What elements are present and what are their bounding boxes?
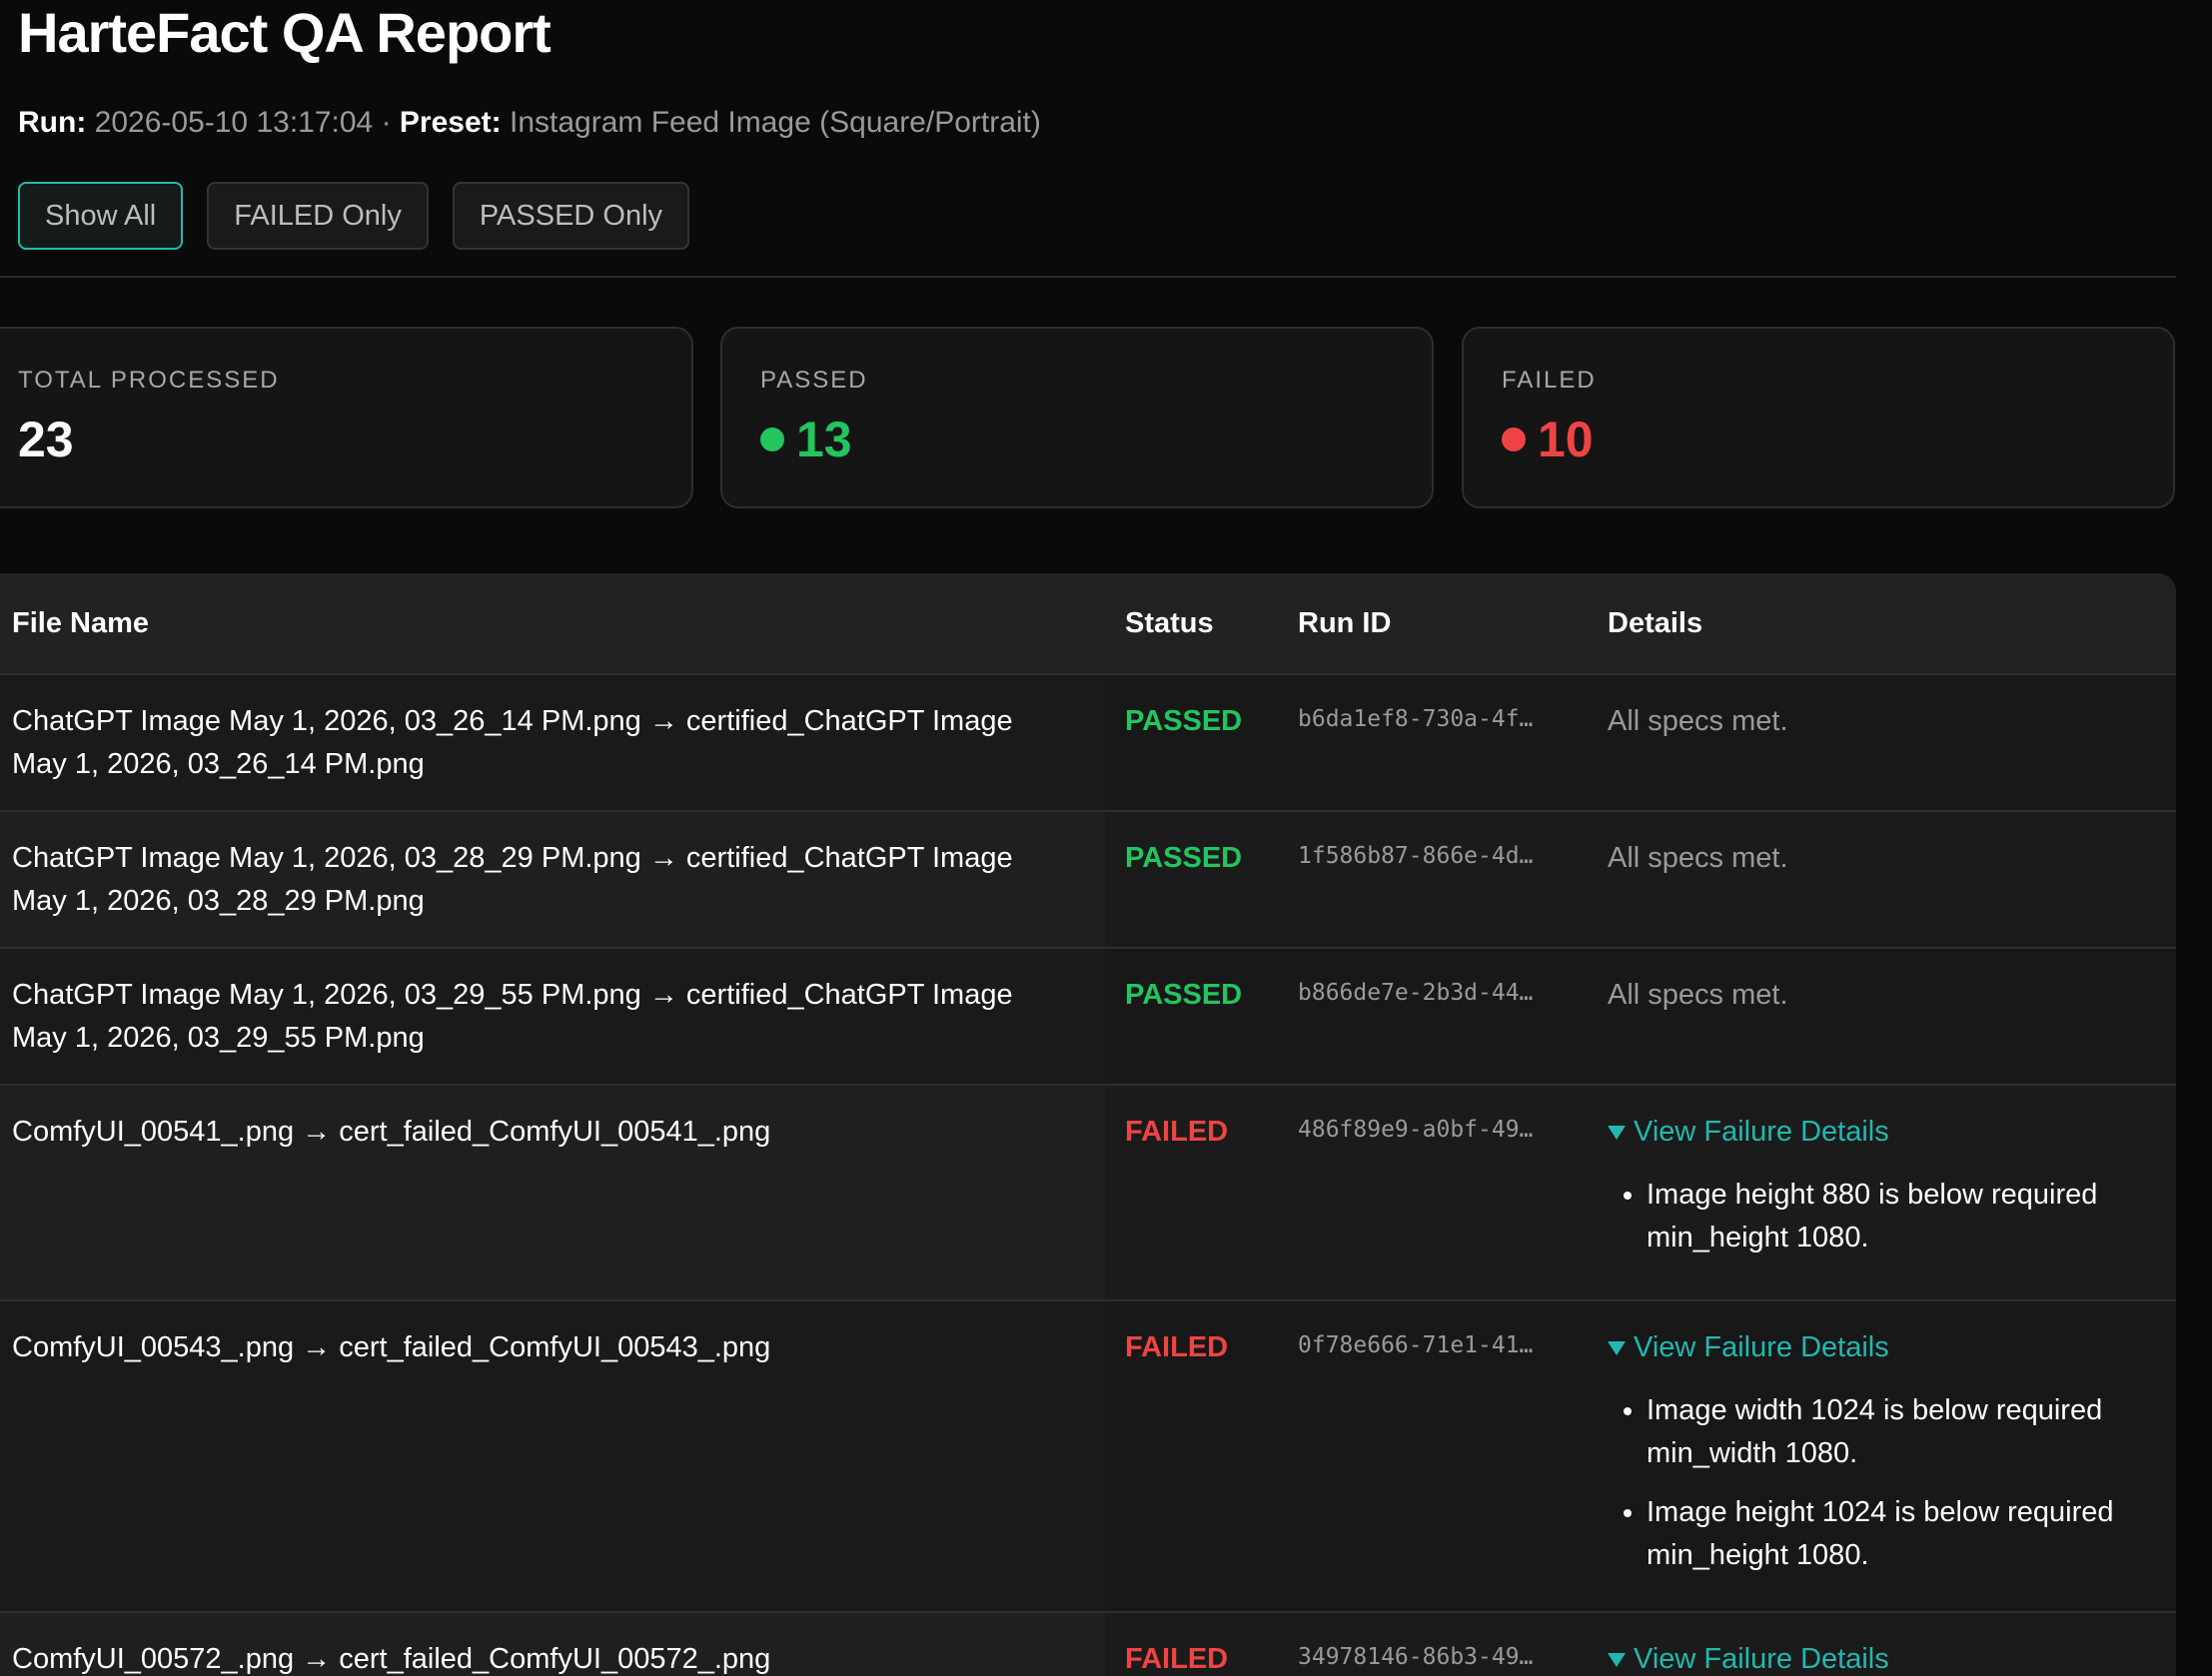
stat-card-total: TOTAL PROCESSED 23	[0, 327, 693, 508]
run-id-cell: 34978146-86b3-49…	[1298, 1644, 1534, 1670]
table-row: ComfyUI_00543_.png → cert_failed_ComfyUI…	[0, 1300, 2176, 1613]
run-meta: Run: 2026-05-10 13:17:04 · Preset: Insta…	[18, 106, 1041, 140]
status-badge: PASSED	[1125, 705, 1243, 737]
file-name-cell: ChatGPT Image May 1, 2026, 03_29_55 PM.p…	[12, 979, 1013, 1054]
column-header-status: Status	[1105, 573, 1282, 675]
results-table-container: File Name Status Run ID Details ChatGPT …	[0, 573, 2176, 1676]
column-header-file-name: File Name	[0, 573, 1105, 675]
caret-down-icon	[1608, 1340, 1626, 1355]
details-cell: All specs met.	[1608, 705, 1788, 737]
page-title: HarteFact QA Report	[18, 1, 552, 64]
stat-passed-number: 13	[796, 412, 852, 467]
stat-total-number: 23	[18, 412, 74, 467]
results-table: File Name Status Run ID Details ChatGPT …	[0, 573, 2176, 1676]
status-badge: PASSED	[1125, 979, 1243, 1011]
status-badge: FAILED	[1125, 1331, 1229, 1363]
filter-failed-only-button[interactable]: FAILED Only	[207, 182, 429, 250]
table-row: ChatGPT Image May 1, 2026, 03_28_29 PM.p…	[0, 811, 2176, 949]
view-failure-details-label: View Failure Details	[1634, 1116, 1889, 1148]
qa-report-page: HarteFact QA Report Run: 2026-05-10 13:1…	[0, 0, 2212, 1676]
column-header-details: Details	[1602, 573, 2176, 675]
failure-item: Image width 1024 is below required min_w…	[1647, 1389, 2176, 1475]
failure-list: Image width 1024 is below required min_w…	[1602, 1389, 2176, 1577]
stat-total-value: 23	[18, 411, 74, 468]
view-failure-details-toggle[interactable]: View Failure Details	[1602, 1613, 2176, 1676]
failed-dot-icon	[1502, 427, 1526, 451]
run-id-cell: b866de7e-2b3d-44…	[1298, 980, 1534, 1006]
file-name-cell: ComfyUI_00541_.png → cert_failed_ComfyUI…	[12, 1116, 771, 1148]
status-badge: FAILED	[1125, 1116, 1229, 1148]
filter-bar: Show All FAILED Only PASSED Only	[18, 182, 690, 250]
stat-failed-value: 10	[1502, 411, 1594, 468]
meta-separator: ·	[381, 106, 392, 139]
failure-item: Image height 880 is below required min_h…	[1647, 1174, 2176, 1259]
table-row: ComfyUI_00572_.png → cert_failed_ComfyUI…	[0, 1612, 2176, 1676]
status-badge: FAILED	[1125, 1643, 1229, 1675]
view-failure-details-label: View Failure Details	[1634, 1643, 1889, 1675]
preset-label: Preset:	[399, 106, 502, 139]
stat-card-failed: FAILED 10	[1462, 327, 2175, 508]
stat-passed-value: 13	[760, 411, 852, 468]
passed-dot-icon	[760, 427, 784, 451]
stat-failed-label: FAILED	[1502, 367, 1597, 394]
table-header-row: File Name Status Run ID Details	[0, 573, 2176, 675]
filter-show-all-button[interactable]: Show All	[18, 182, 184, 250]
run-value: 2026-05-10 13:17:04	[94, 106, 374, 139]
stat-passed-label: PASSED	[760, 367, 868, 394]
filter-passed-only-button[interactable]: PASSED Only	[452, 182, 690, 250]
table-row: ChatGPT Image May 1, 2026, 03_29_55 PM.p…	[0, 948, 2176, 1086]
column-header-run-id: Run ID	[1282, 573, 1602, 675]
preset-value: Instagram Feed Image (Square/Portrait)	[509, 106, 1041, 139]
stat-total-label: TOTAL PROCESSED	[18, 367, 280, 394]
file-name-cell: ComfyUI_00543_.png → cert_failed_ComfyUI…	[12, 1331, 771, 1363]
caret-down-icon	[1608, 1125, 1626, 1140]
view-failure-details-toggle[interactable]: View Failure Details	[1602, 1301, 2176, 1369]
run-id-cell: 1f586b87-866e-4d…	[1298, 843, 1534, 869]
file-name-cell: ChatGPT Image May 1, 2026, 03_26_14 PM.p…	[12, 705, 1013, 780]
view-failure-details-toggle[interactable]: View Failure Details	[1602, 1086, 2176, 1154]
status-badge: PASSED	[1125, 842, 1243, 874]
caret-down-icon	[1608, 1652, 1626, 1667]
file-name-cell: ComfyUI_00572_.png → cert_failed_ComfyUI…	[12, 1643, 771, 1675]
failure-item: Image height 1024 is below required min_…	[1647, 1491, 2176, 1577]
run-id-cell: b6da1ef8-730a-4f…	[1298, 706, 1534, 732]
file-name-cell: ChatGPT Image May 1, 2026, 03_28_29 PM.p…	[12, 842, 1013, 917]
table-row: ChatGPT Image May 1, 2026, 03_26_14 PM.p…	[0, 674, 2176, 812]
failure-list: Image height 880 is below required min_h…	[1602, 1174, 2176, 1259]
run-label: Run:	[18, 106, 87, 139]
details-cell: All specs met.	[1608, 842, 1788, 874]
run-id-cell: 486f89e9-a0bf-49…	[1298, 1117, 1534, 1143]
stat-card-passed: PASSED 13	[720, 327, 1434, 508]
view-failure-details-label: View Failure Details	[1634, 1331, 1889, 1363]
stat-failed-number: 10	[1538, 412, 1594, 467]
stats-row: TOTAL PROCESSED 23 PASSED 13 FAILED 10	[0, 327, 2176, 508]
run-id-cell: 0f78e666-71e1-41…	[1298, 1332, 1534, 1358]
header-divider	[0, 276, 2176, 278]
details-cell: All specs met.	[1608, 979, 1788, 1011]
table-row: ComfyUI_00541_.png → cert_failed_ComfyUI…	[0, 1085, 2176, 1301]
